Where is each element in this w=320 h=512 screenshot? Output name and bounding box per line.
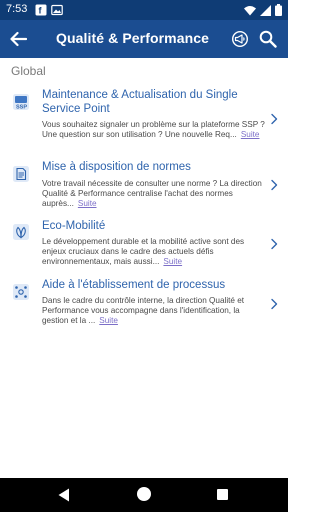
status-bar: 7:53 f	[0, 0, 288, 20]
status-time: 7:53	[6, 3, 28, 15]
battery-icon	[275, 4, 282, 16]
chevron-right-icon	[271, 238, 278, 250]
search-icon	[259, 30, 277, 48]
signal-icon	[260, 4, 271, 16]
wifi-icon	[244, 5, 256, 15]
section-header: Global	[11, 64, 46, 78]
item-title: Mise à disposition de normes	[42, 161, 191, 173]
suite-link[interactable]: Suite	[163, 257, 182, 266]
megaphone-icon	[232, 31, 248, 47]
list-item[interactable]: Eco-Mobilité Le développement durable et…	[0, 218, 288, 276]
chevron-right-icon	[271, 298, 278, 310]
arrow-back-icon	[10, 31, 27, 47]
app-bar: Qualité & Performance	[0, 20, 288, 58]
suite-link[interactable]: Suite	[78, 199, 97, 208]
svg-text:SSP: SSP	[16, 105, 27, 111]
suite-link[interactable]: Suite	[241, 130, 260, 139]
ssp-icon: SSP	[13, 94, 29, 111]
leaf-icon	[13, 224, 29, 240]
item-description: Votre travail nécessite de consulter une…	[42, 179, 262, 208]
document-icon	[13, 166, 29, 182]
item-description: Vous souhaitez signaler un problème sur …	[42, 120, 265, 139]
item-title: Eco-Mobilité	[42, 220, 106, 232]
list-item[interactable]: SSP Maintenance & Actualisation du Singl…	[0, 84, 288, 154]
notification-f-icon: f	[35, 4, 47, 16]
back-button[interactable]	[6, 27, 30, 51]
list-item[interactable]: Mise à disposition de normes Votre trava…	[0, 158, 288, 216]
item-description: Dans le cadre du contrôle interne, la di…	[42, 296, 245, 325]
nav-recents-button[interactable]	[217, 489, 228, 500]
chevron-right-icon	[271, 113, 278, 125]
item-description: Le développement durable et la mobilité …	[42, 237, 245, 266]
chevron-right-icon	[271, 179, 278, 191]
nav-back-icon[interactable]	[58, 488, 70, 502]
announcements-button[interactable]	[228, 28, 252, 50]
nav-home-button[interactable]	[137, 487, 151, 501]
image-icon	[51, 4, 63, 16]
system-nav-bar	[0, 478, 288, 512]
item-title: Aide à l'établissement de processus	[42, 279, 226, 291]
suite-link[interactable]: Suite	[99, 316, 118, 325]
list-item[interactable]: Aide à l'établissement de processus Dans…	[0, 276, 288, 336]
search-button[interactable]	[256, 28, 280, 50]
process-icon	[13, 284, 29, 300]
item-title: Maintenance & Actualisation du Single Se…	[42, 89, 238, 115]
page-title: Qualité & Performance	[56, 30, 210, 46]
